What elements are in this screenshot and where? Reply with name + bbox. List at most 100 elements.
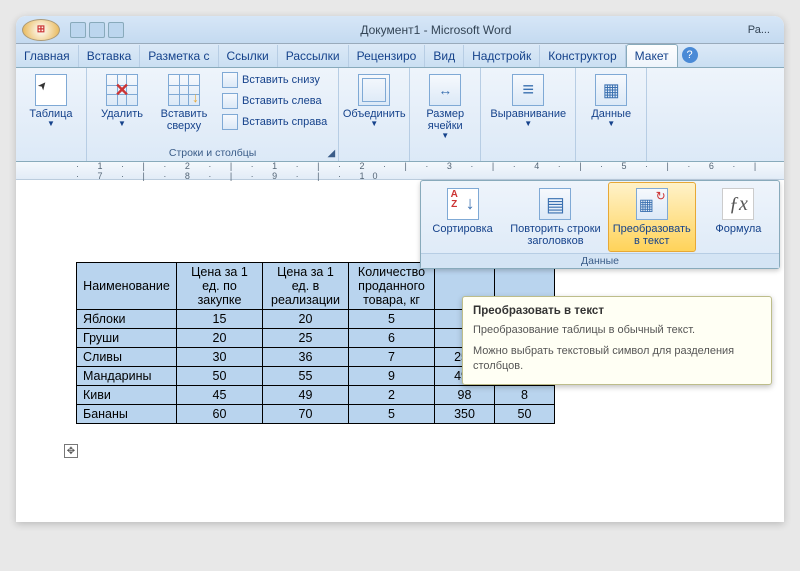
ribbon-tabs: Главная Вставка Разметка с Ссылки Рассыл… — [16, 44, 784, 68]
horizontal-ruler[interactable]: · 1 · | · 2 · | · 1 · | · 2 · | · 3 · | … — [16, 162, 784, 180]
tab-review[interactable]: Рецензиро — [349, 45, 426, 67]
qat-save-icon[interactable] — [70, 22, 86, 38]
tab-insert[interactable]: Вставка — [79, 45, 141, 67]
table-cell[interactable]: Киви — [77, 386, 177, 405]
tooltip-line2: Можно выбрать текстовый символ для разде… — [473, 344, 761, 374]
insert-above-icon — [168, 74, 200, 106]
sort-icon — [447, 188, 479, 220]
table-move-handle-icon[interactable]: ✥ — [64, 444, 78, 458]
tab-addins[interactable]: Надстройк — [464, 45, 540, 67]
table-header[interactable]: Количество проданного товара, кг — [349, 263, 435, 310]
tab-view[interactable]: Вид — [425, 45, 464, 67]
tab-mailings[interactable]: Рассылки — [278, 45, 349, 67]
insert-left-icon — [222, 93, 238, 109]
ribbon: Таблица ▼ Удалить ▼ Вставить сверху — [16, 68, 784, 162]
title-bar: ⊞ Документ1 - Microsoft Word Ра... — [16, 16, 784, 44]
select-table-button[interactable]: Таблица ▼ — [22, 70, 80, 133]
qat-redo-icon[interactable] — [108, 22, 124, 38]
table-cell[interactable]: 5 — [349, 310, 435, 329]
insert-below-button[interactable]: Вставить снизу — [217, 70, 332, 90]
table-cell[interactable]: 2 — [349, 386, 435, 405]
table-cell[interactable]: Сливы — [77, 348, 177, 367]
table-cell[interactable]: Мандарины — [77, 367, 177, 386]
convert-to-text-label: Преобразовать в текст — [613, 223, 691, 247]
table-cell[interactable]: 25 — [263, 329, 349, 348]
group-rows-columns: Удалить ▼ Вставить сверху Вставить снизу… — [87, 68, 339, 161]
cell-size-icon — [429, 74, 461, 106]
data-button[interactable]: Данные ▼ — [582, 70, 640, 133]
formula-button[interactable]: ƒx Формула — [698, 182, 778, 252]
convert-to-text-icon — [636, 188, 668, 220]
table-cell[interactable]: 98 — [435, 386, 495, 405]
dialog-launcher-icon[interactable]: ◢ — [328, 148, 336, 159]
table-cell[interactable]: 45 — [177, 386, 263, 405]
data-panel-group-label: Данные — [421, 253, 779, 268]
help-button[interactable]: ? — [682, 47, 698, 63]
data-icon — [595, 74, 627, 106]
insert-left-button[interactable]: Вставить слева — [217, 91, 332, 111]
table-cell[interactable]: 8 — [495, 386, 555, 405]
group-cell-size: Размер ячейки ▼ — [410, 68, 481, 161]
sort-label: Сортировка — [432, 223, 492, 235]
table-cell[interactable]: 49 — [263, 386, 349, 405]
table-header[interactable]: Цена за 1 ед. по закупке — [177, 263, 263, 310]
insert-above-button[interactable]: Вставить сверху — [155, 70, 213, 136]
delete-icon — [106, 74, 138, 106]
rows-cols-group-label: Строки и столбцы — [93, 146, 332, 159]
tooltip: Преобразовать в текст Преобразование таб… — [462, 296, 772, 385]
chevron-down-icon: ▼ — [524, 120, 532, 129]
insert-below-label: Вставить снизу — [242, 74, 320, 86]
tab-layout[interactable]: Разметка с — [140, 45, 218, 67]
table-cell[interactable]: 20 — [177, 329, 263, 348]
chevron-down-icon: ▼ — [118, 120, 126, 129]
table-cell[interactable]: Яблоки — [77, 310, 177, 329]
tab-references[interactable]: Ссылки — [219, 45, 278, 67]
table-header[interactable]: Наименование — [77, 263, 177, 310]
insert-below-icon — [222, 72, 238, 88]
repeat-header-rows-button[interactable]: Повторить строки заголовков — [505, 182, 605, 252]
tab-home[interactable]: Главная — [16, 45, 79, 67]
sort-button[interactable]: Сортировка — [422, 182, 503, 252]
table-cell[interactable]: 5 — [349, 405, 435, 424]
table-cell[interactable]: 50 — [177, 367, 263, 386]
tab-design[interactable]: Конструктор — [540, 45, 625, 67]
convert-to-text-button[interactable]: Преобразовать в текст — [608, 182, 696, 252]
table-cell[interactable]: 350 — [435, 405, 495, 424]
table-cell[interactable]: 7 — [349, 348, 435, 367]
cell-size-button[interactable]: Размер ячейки ▼ — [416, 70, 474, 145]
cursor-icon — [35, 74, 67, 106]
table-cell[interactable]: 55 — [263, 367, 349, 386]
qat-undo-icon[interactable] — [89, 22, 105, 38]
table-cell[interactable]: Бананы — [77, 405, 177, 424]
merge-icon — [358, 74, 390, 106]
table-cell[interactable]: 15 — [177, 310, 263, 329]
insert-right-button[interactable]: Вставить справа — [217, 112, 332, 132]
table-row[interactable]: Бананы6070535050 — [77, 405, 555, 424]
table-cell[interactable]: 20 — [263, 310, 349, 329]
table-header[interactable]: Цена за 1 ед. в реализации — [263, 263, 349, 310]
insert-above-label: Вставить сверху — [161, 108, 208, 132]
table-cell[interactable]: 6 — [349, 329, 435, 348]
merge-button[interactable]: Объединить ▼ — [345, 70, 403, 133]
tooltip-title: Преобразовать в текст — [473, 305, 604, 317]
repeat-headers-icon — [539, 188, 571, 220]
table-cell[interactable]: Груши — [77, 329, 177, 348]
table-cell[interactable]: 30 — [177, 348, 263, 367]
office-button[interactable]: ⊞ — [22, 19, 60, 41]
chevron-down-icon: ▼ — [370, 120, 378, 129]
group-merge: Объединить ▼ — [339, 68, 410, 161]
tooltip-line1: Преобразование таблицы в обычный текст. — [473, 323, 761, 338]
table-cell[interactable]: 70 — [263, 405, 349, 424]
chevron-down-icon: ▼ — [47, 120, 55, 129]
table-cell[interactable]: 60 — [177, 405, 263, 424]
delete-button[interactable]: Удалить ▼ — [93, 70, 151, 133]
group-data: Данные ▼ — [576, 68, 647, 161]
alignment-button[interactable]: Выравнивание ▼ — [487, 70, 569, 133]
table-row[interactable]: Киви45492988 — [77, 386, 555, 405]
chevron-down-icon: ▼ — [441, 132, 449, 141]
table-cell[interactable]: 36 — [263, 348, 349, 367]
table-cell[interactable]: 9 — [349, 367, 435, 386]
tab-table-layout[interactable]: Макет — [626, 44, 678, 67]
table-cell[interactable]: 50 — [495, 405, 555, 424]
contextual-tab-label: Ра... — [748, 24, 770, 36]
